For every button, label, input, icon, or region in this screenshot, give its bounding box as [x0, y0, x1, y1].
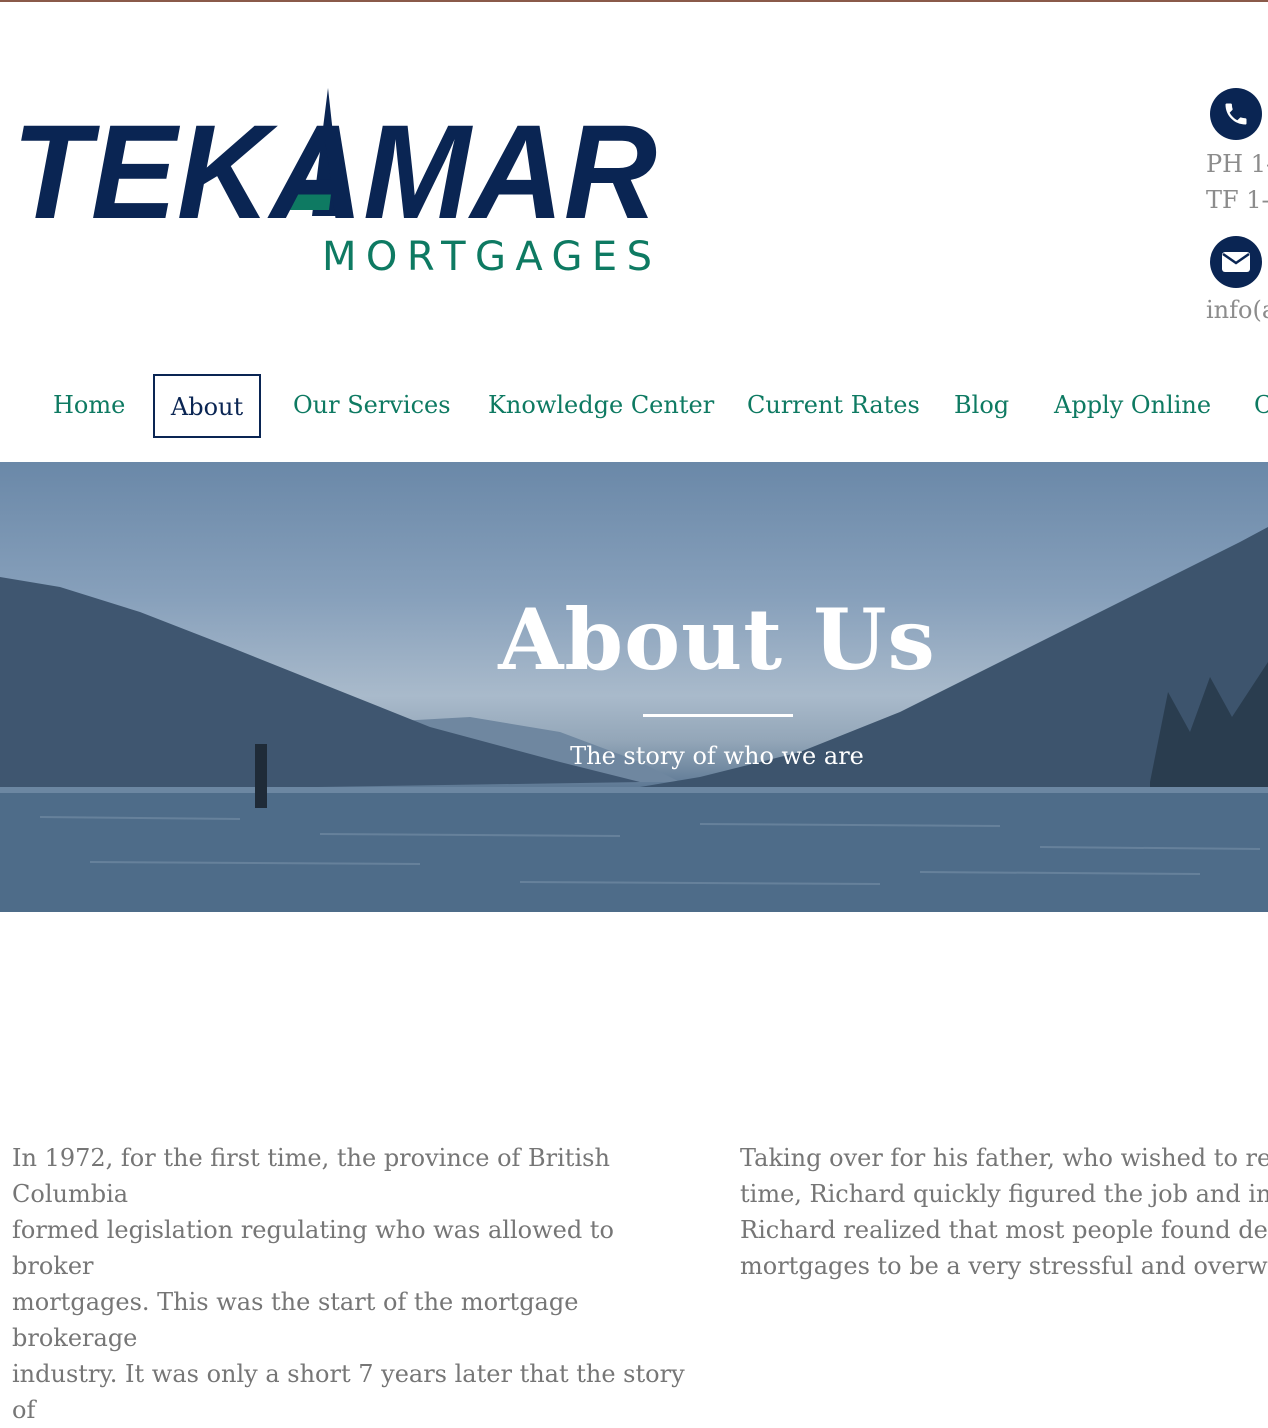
- tekamar-logo[interactable]: TEKAMAR MORTGAGES: [12, 86, 662, 276]
- paragraph-line: Taking over for his father, who wished t…: [740, 1144, 1268, 1172]
- envelope-icon[interactable]: [1210, 236, 1262, 288]
- hero-title: About Us: [0, 590, 1268, 689]
- svg-text:TEKAMAR: TEKAMAR: [12, 98, 657, 247]
- top-rule: [0, 0, 1268, 2]
- paragraph-line: mortgages. This was the start of the mor…: [12, 1288, 579, 1352]
- nav-blog[interactable]: Blog: [954, 374, 1009, 438]
- paragraph-line: mortgages to be a very stressful and ove…: [740, 1252, 1268, 1280]
- main-nav: Home About Our Services Knowledge Center…: [0, 374, 1268, 438]
- nav-contact[interactable]: C: [1254, 374, 1268, 438]
- paragraph-line: Richard realized that most people found …: [740, 1216, 1268, 1244]
- hero-subtitle: The story of who we are: [570, 742, 864, 770]
- paragraph-line: industry. It was only a short 7 years la…: [12, 1360, 685, 1424]
- hero-divider: [643, 714, 793, 717]
- phone-number[interactable]: PH 1-: [1206, 146, 1268, 182]
- paragraph-line: formed legislation regulating who was al…: [12, 1216, 614, 1280]
- tollfree-number[interactable]: TF 1-8: [1206, 182, 1268, 218]
- nav-our-services[interactable]: Our Services: [293, 374, 451, 438]
- content-column-left: In 1972, for the first time, the provinc…: [12, 1140, 702, 1428]
- nav-apply-online[interactable]: Apply Online: [1054, 374, 1211, 438]
- hero-title-text: About Us: [498, 590, 936, 689]
- content-column-right: Taking over for his father, who wished t…: [740, 1140, 1268, 1284]
- paragraph-line: time, Richard quickly figured the job an…: [740, 1180, 1268, 1208]
- nav-about[interactable]: About: [153, 374, 261, 438]
- nav-current-rates[interactable]: Current Rates: [747, 374, 920, 438]
- svg-text:MORTGAGES: MORTGAGES: [322, 234, 652, 276]
- nav-knowledge-center[interactable]: Knowledge Center: [488, 374, 714, 438]
- paragraph-line: In 1972, for the first time, the provinc…: [12, 1144, 610, 1208]
- nav-home[interactable]: Home: [53, 374, 125, 438]
- phone-icon[interactable]: [1210, 88, 1262, 140]
- email-address[interactable]: info(a: [1206, 292, 1268, 328]
- contact-block: PH 1- TF 1-8 info(a: [1206, 88, 1268, 328]
